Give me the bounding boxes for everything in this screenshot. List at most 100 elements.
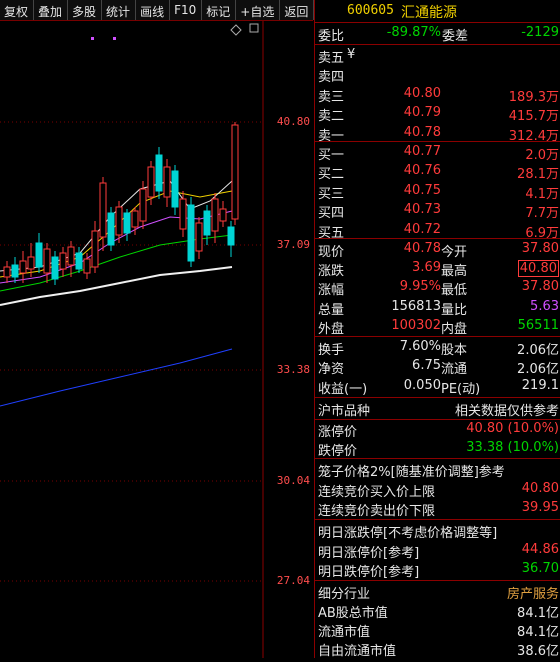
chart-toolbar: 复权 叠加 多股 统计 画线 F10 标记 +自选 返回 [0,0,315,21]
toolbar-button[interactable]: 复权 [0,0,35,20]
toolbar-button[interactable]: 叠加 [34,0,69,20]
toolbar-button[interactable]: 画线 [136,0,171,20]
market-label: 沪市品种 [318,404,371,419]
quote-value-2: 5.63 [530,298,559,314]
quote-label-2: 最低 [441,283,468,299]
buy-level-volume: 7.7万 [525,206,559,222]
quote-value-2: 37.80 [521,279,559,295]
industry-title-row: 细分行业 房产服务 [315,582,560,602]
toolbar-button[interactable]: 标记 [202,0,237,20]
order-diff-label: 委差 [442,29,469,44]
cage-label: 连续竞价卖出价下限 [318,504,436,519]
quote-label: 涨跌 [318,264,345,280]
buy-level-row: 买四 40.73 7.7万 [315,201,560,222]
marker-dot-1 [91,37,94,40]
toolbar-button[interactable]: 多股 [68,0,103,20]
axis-label-top: 40.80 [276,115,310,128]
kline-chart[interactable]: 40.80 37.09 33.38 30.04 27.04 [0,21,313,658]
candle-body [139,188,147,222]
quote-row: 涨跌 3.69 最高 40.80 [315,259,560,280]
tomorrow-label: 明日涨停价[参考] [318,546,420,561]
toolbar-button[interactable]: 返回 [280,0,315,20]
candle-body [19,260,27,274]
sell-level-price: 40.78 [403,124,441,140]
axis-label-3: 33.38 [276,363,310,376]
industry-row-label: 自由流通市值 [318,644,397,659]
window-icon[interactable] [249,23,259,33]
cage-value: 40.80 [521,481,559,496]
industry-row-label: AB股总市值 [318,606,388,621]
cage-row: 连续竞价卖出价下限 39.95 [315,499,560,519]
candle-body [211,198,219,232]
sell-level-row: 卖二 40.79 415.7万 [315,104,560,125]
limit-row: 涨停价 40.80 (10.0%) [315,420,560,440]
buy-level-price: 40.75 [403,182,441,198]
stats-row: 换手 7.60% 股本 2.06亿 [315,338,560,358]
sell-level-label: 卖二 [318,109,345,125]
cage-title: 笼子价格2%[随基准价调整]参考 [318,465,505,480]
quote-value-2: 37.80 [521,241,559,256]
stats-row: 净资 6.75 流通 2.06亿 [315,357,560,378]
quote-row: 现价 40.78 今开 37.80 [315,240,560,260]
kline-canvas[interactable] [0,21,313,658]
candle-body [59,252,67,270]
sell-level-row: 卖三 40.80 189.3万 [315,85,560,105]
stats-value-2: 2.06亿 [517,343,559,358]
yen-icon: ¥ [347,47,356,62]
quote-value-2: 56511 [517,317,559,333]
stats-label-2: 股本 [441,343,468,358]
market-row: 沪市品种 相关数据仅供参考 [315,399,560,419]
toolbar-button[interactable]: F10 [170,0,203,20]
stats-label-2: PE(动) [441,381,481,397]
quote-label: 涨幅 [318,283,345,299]
sell-level-price: 40.79 [403,105,441,121]
axis-label-2: 37.09 [276,238,310,251]
candle-body [11,264,19,278]
quote-value: 9.95% [399,279,441,295]
quote-value: 3.69 [412,260,441,276]
candle-body [219,208,227,222]
sell-level-label: 卖五 [318,51,345,66]
quote-label-2: 今开 [441,245,468,260]
buy-level-price: 40.76 [403,163,441,179]
candle-body [75,252,83,270]
candle-body [51,256,59,280]
order-ratio-value: -89.87% [386,25,441,40]
quote-panel: 600605 汇通能源 委比 -89.87% 委差 -2129 卖五 ¥ 卖四 卖三 4… [314,0,560,659]
quote-label-2: 量比 [441,302,468,318]
stock-code: 600605 [347,3,394,18]
order-ratio-label: 委比 [318,29,345,44]
stats-label: 收益(一) [318,381,368,397]
buy-level-price: 40.77 [403,144,441,159]
candle-body [147,166,155,198]
tomorrow-row: 明日跌停价[参考] 36.70 [315,560,560,580]
sell-level-label: 卖三 [318,89,345,105]
quote-value: 156813 [391,298,441,314]
buy-level-row: 买三 40.75 4.1万 [315,182,560,202]
cage-row: 连续竞价买入价上限 40.80 [315,480,560,500]
tomorrow-title: 明日涨跌停[不考虑价格调整等] [318,526,498,541]
quote-label-2: 最高 [441,264,468,280]
industry-value[interactable]: 房产服务 [507,583,559,602]
quote-value: 100302 [391,317,441,333]
buy-level-row: 买五 40.72 6.9万 [315,221,560,241]
buy-level-row: 买二 40.76 28.1万 [315,162,560,182]
sell-level-row: 卖五 ¥ [315,46,560,66]
candle-body [91,230,99,268]
buy-level-row: 买一 40.77 2.0万 [315,143,560,163]
toolbar-button[interactable]: 统计 [102,0,137,20]
buy-level-label: 买四 [318,206,345,222]
stats-value-2: 2.06亿 [517,362,559,378]
tomorrow-value: 36.70 [521,561,559,576]
limit-label: 跌停价 [318,444,358,459]
toolbar-button[interactable]: +自选 [236,0,281,20]
diamond-icon[interactable] [230,24,242,36]
quote-row: 涨幅 9.95% 最低 37.80 [315,278,560,299]
buy-level-label: 买三 [318,186,345,202]
industry-row: 自由流通市值 38.6亿 [315,639,560,659]
quote-row: 总量 156813 量比 5.63 [315,298,560,318]
market-note: 相关数据仅供参考 [454,404,559,419]
buy-level-price: 40.73 [403,202,441,218]
limit-row: 跌停价 33.38 (10.0%) [315,439,560,459]
candle-body [163,166,171,198]
